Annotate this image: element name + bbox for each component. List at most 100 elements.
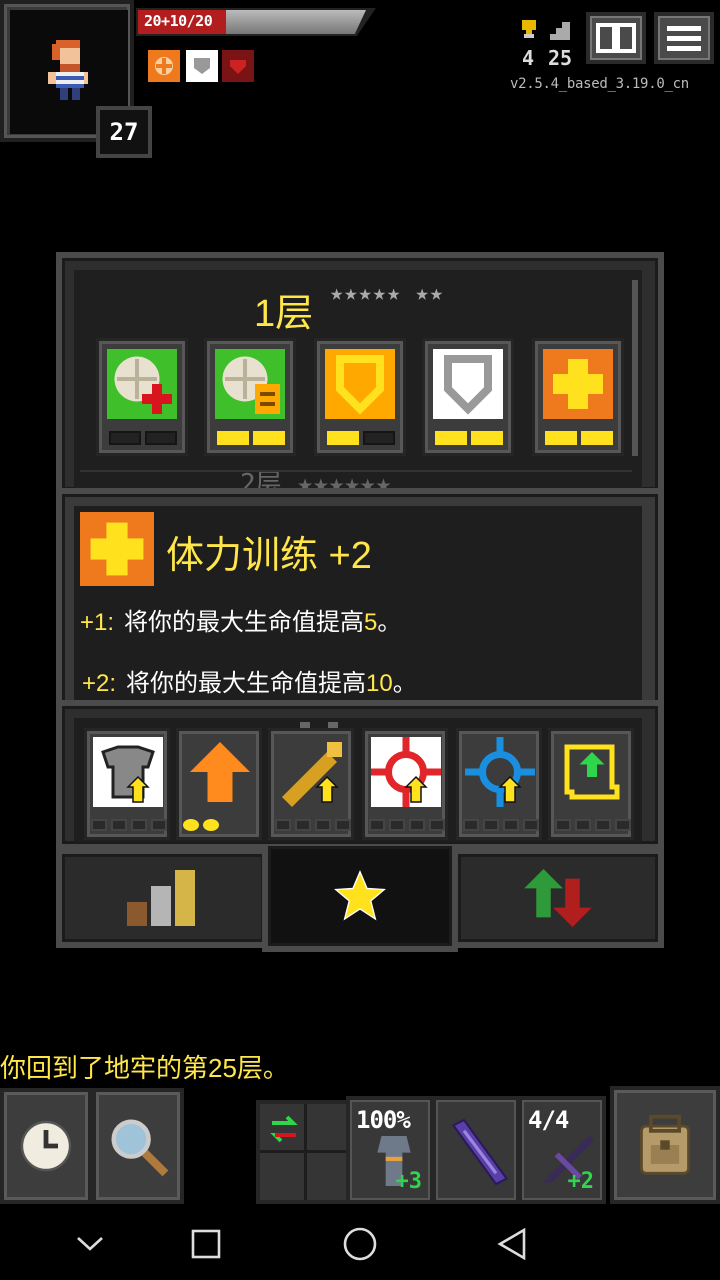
star-icon — [333, 869, 387, 921]
upgrade-pips — [463, 819, 539, 831]
talent-iron-will[interactable] — [422, 338, 514, 456]
iron-shield-icon — [433, 349, 503, 419]
accuracy-upgrade[interactable] — [362, 728, 448, 840]
bar-chart-icon — [127, 870, 195, 926]
talent-info-title: 体力训练 +2 — [166, 535, 372, 577]
info-line-key: +1: — [80, 609, 115, 636]
upgrade-pips — [183, 819, 219, 831]
weapon-upgrade[interactable] — [268, 728, 354, 840]
talent-info-line-2: +2: 将你的最大生命值提高10。 — [82, 663, 417, 698]
ranged-upgrade[interactable] — [456, 728, 542, 840]
gold-count: 4 — [522, 46, 535, 70]
trophy-icon — [522, 20, 536, 38]
next-tier-title: 2层 ★★★★★★ — [240, 470, 392, 488]
armor-upgrade[interactable] — [84, 728, 170, 840]
journal-icon — [596, 23, 636, 53]
talent-info-line-1: +1: 将你的最大生命值提高5。 — [80, 602, 401, 637]
drag-handle[interactable] — [298, 714, 340, 728]
weapon-upgrade-icon — [282, 742, 342, 807]
upgrade-pips — [91, 819, 167, 831]
talent-strongman[interactable] — [532, 338, 624, 456]
talent-point-pip — [109, 431, 141, 445]
shield-icon[interactable] — [186, 50, 218, 82]
tier-title: 1层 — [254, 293, 314, 335]
swap-icon — [270, 1115, 298, 1143]
square-icon — [191, 1229, 221, 1259]
talent-veterans-intuition[interactable] — [204, 338, 296, 456]
game-log-message: 你回到了地牢的第25层。 — [0, 1053, 289, 1083]
quickslot-swap[interactable] — [256, 1100, 350, 1204]
quickslot-1[interactable]: 100% +3 — [346, 1096, 434, 1204]
heart-icon[interactable] — [222, 50, 254, 82]
talent-hearty-meal[interactable] — [96, 338, 188, 456]
talents-tab[interactable] — [262, 846, 458, 952]
chevron-down-icon — [77, 1237, 103, 1251]
target-red-icon — [371, 737, 441, 807]
talent-point-pip — [435, 431, 467, 445]
talent-point-pip — [253, 431, 285, 445]
talent-point-pip — [327, 431, 359, 445]
backpack-button[interactable] — [610, 1086, 720, 1204]
info-line-number: 10 — [366, 670, 393, 697]
shield-bar-fill — [226, 10, 366, 34]
quickslot-2[interactable] — [432, 1096, 520, 1204]
backpack-icon — [640, 1114, 690, 1175]
upgrade-pips — [555, 819, 631, 831]
info-line-number: 5 — [364, 609, 378, 636]
healing-icon[interactable] — [148, 50, 180, 82]
triangle-back-icon — [497, 1227, 526, 1261]
magnifier-icon — [111, 1119, 169, 1177]
wand-item — [451, 1118, 509, 1186]
quickslot-level: +3 — [395, 1169, 423, 1194]
talent-point-pip — [581, 431, 613, 445]
quickslot-level: +2 — [567, 1169, 595, 1194]
cross-plus-icon — [80, 512, 154, 586]
nav-back-button[interactable] — [484, 1218, 540, 1270]
info-line-key: +2: — [82, 670, 117, 697]
scroll-upgrade[interactable] — [548, 728, 634, 840]
hero-level-badge: 27 — [96, 106, 152, 158]
info-line-text: 将你的最大生命值提高 — [126, 670, 367, 697]
nav-home-button[interactable] — [332, 1218, 388, 1270]
search-button[interactable] — [92, 1088, 184, 1204]
info-line-end: 。 — [377, 609, 402, 636]
quickslot-3[interactable]: 4/4 +2 — [518, 1096, 606, 1204]
info-line-end: 。 — [392, 670, 417, 697]
talent-point-pip — [145, 431, 177, 445]
hp-text: 20+10/20 — [144, 12, 213, 30]
armor-upgrade-icon — [93, 737, 163, 807]
shield-talent-icon — [325, 349, 395, 419]
nav-recents-button[interactable] — [178, 1218, 234, 1270]
next-tier-header: 2层 ★★★★★★ — [80, 470, 632, 488]
veterans-intuition-icon — [215, 349, 285, 419]
hero-sprite — [48, 40, 88, 100]
upgrade-pips — [275, 819, 351, 831]
swap-arrows-icon — [524, 869, 592, 927]
upgrade-pips — [369, 819, 445, 831]
wait-button[interactable] — [0, 1088, 92, 1204]
nav-hide-button[interactable] — [62, 1218, 118, 1270]
clock-icon — [20, 1120, 72, 1172]
talent-point-pip — [363, 431, 395, 445]
version-label: v2.5.4_based_3.19.0_cn — [510, 76, 689, 92]
talent-scrollbar[interactable] — [632, 280, 638, 456]
stats-tab[interactable] — [56, 848, 270, 948]
menu-icon — [667, 26, 701, 51]
upgrades-tab[interactable] — [452, 848, 664, 948]
cross-plus-icon — [543, 349, 613, 419]
talent-point-pip — [545, 431, 577, 445]
target-blue-icon — [465, 737, 535, 807]
quickslot-charge: 4/4 — [528, 1106, 569, 1134]
tier-stars: ★★★★★ ★★ — [330, 281, 444, 306]
quickslot-charge: 100% — [356, 1106, 411, 1134]
menu-button[interactable] — [654, 12, 714, 64]
info-line-text: 将你的最大生命值提高 — [124, 609, 365, 636]
circle-icon — [343, 1227, 377, 1261]
talent-point-pip — [217, 431, 249, 445]
talent-test-subject[interactable] — [314, 338, 406, 456]
journal-button[interactable] — [586, 12, 646, 64]
strength-upgrade[interactable] — [176, 728, 262, 840]
depth-count: 25 — [548, 46, 573, 70]
scroll-upgrade-icon — [564, 744, 620, 800]
stairs-icon — [550, 22, 570, 40]
